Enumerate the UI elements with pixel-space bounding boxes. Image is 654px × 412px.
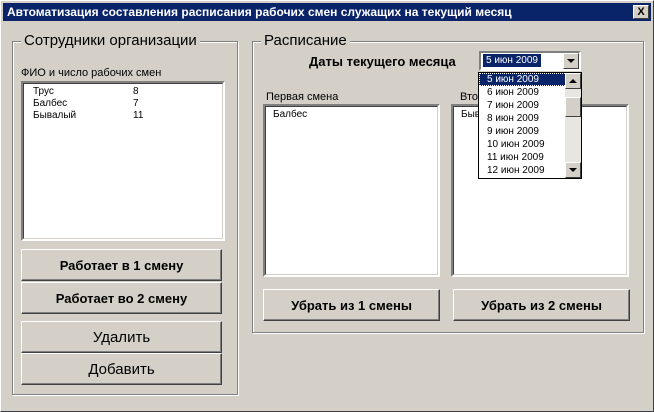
employee-name: Балбес [33,98,68,109]
scroll-thumb[interactable] [565,97,581,117]
employee-shift-count: 11 [133,110,144,121]
employee-row[interactable]: Бывалый 11 [33,110,223,122]
employee-shift-count: 8 [133,86,139,97]
works-shift1-button[interactable]: Работает в 1 смену [21,249,222,281]
date-combobox[interactable]: 5 июн 2009 [479,51,581,71]
add-button[interactable]: Добавить [21,353,222,385]
schedule-group-title: Расписание [261,32,350,49]
dropdown-scrollbar[interactable] [565,73,581,178]
scroll-down-icon[interactable] [565,162,581,178]
employee-name: Бывалый [33,110,77,121]
date-dropdown-list[interactable]: 5 июн 2009 6 июн 2009 7 июн 2009 8 июн 2009… [478,72,582,179]
employees-list-label: ФИО и число рабочих смен [21,67,162,79]
title-bar: Автоматизация составления расписания раб… [3,3,651,21]
close-button[interactable]: X [633,5,649,19]
delete-button[interactable]: Удалить [21,321,222,353]
chevron-down-icon[interactable] [563,53,579,69]
remove-from-shift2-button[interactable]: Убрать из 2 смены [453,289,630,321]
second-shift-label: Вто [460,91,479,103]
list-item[interactable]: Балбес [273,109,438,121]
date-label: Даты текущего месяца [309,54,456,69]
main-window: Автоматизация составления расписания раб… [0,0,654,412]
first-shift-listbox[interactable]: Балбес [263,104,440,277]
employees-group-title: Сотрудники организации [21,32,200,49]
employees-listbox[interactable]: Трус 8 Балбес 7 Бывалый 11 [21,81,225,241]
employee-row[interactable]: Трус 8 [33,86,223,98]
employee-shift-count: 7 [133,98,139,109]
scroll-up-icon[interactable] [565,73,581,89]
window-title: Автоматизация составления расписания раб… [7,5,512,19]
remove-from-shift1-button[interactable]: Убрать из 1 смены [263,289,440,321]
first-shift-label: Первая смена [266,91,339,103]
date-combobox-value: 5 июн 2009 [483,54,541,67]
employee-row[interactable]: Балбес 7 [33,98,223,110]
employee-name: Трус [33,86,54,97]
works-shift2-button[interactable]: Работает во 2 смену [21,282,222,314]
